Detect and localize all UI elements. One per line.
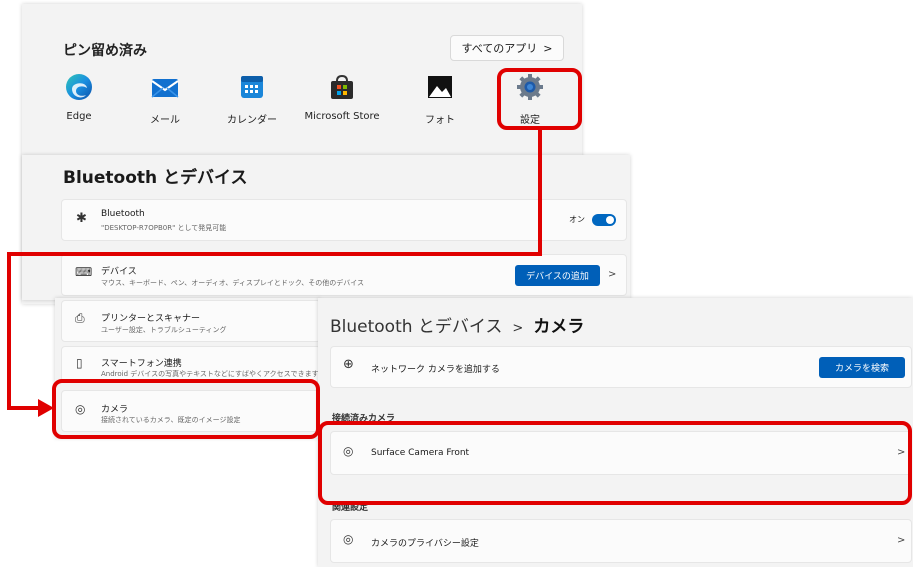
all-apps-button[interactable]: すべてのアプリ > (450, 35, 564, 61)
network-camera-row[interactable]: ⊕ ネットワーク カメラを追加する カメラを検索 (330, 346, 912, 388)
chevron-right-icon: > (543, 41, 553, 55)
printers-row[interactable]: ⎙ プリンターとスキャナー ユーザー設定、トラブルシューティング (61, 300, 321, 342)
phone-link-row[interactable]: ▯ スマートフォン連携 Android デバイスの写真やテキストなどにすばやくア… (61, 346, 321, 382)
calendar-icon (237, 72, 267, 102)
app-microsoft-store[interactable]: Microsoft Store (297, 72, 387, 122)
phone-icon: ▯ (76, 356, 83, 370)
app-mail[interactable]: メール (120, 72, 210, 126)
app-edge[interactable]: Edge (34, 72, 124, 122)
photos-icon (425, 72, 455, 102)
connected-camera-highlight-box (318, 421, 912, 505)
camera-privacy-row[interactable]: ◎ カメラのプライバシー設定 > (330, 519, 912, 563)
printers-title: プリンターとスキャナー (101, 314, 201, 324)
devices-title: デバイス (101, 267, 137, 277)
keyboard-icon: ⌨ (75, 265, 93, 279)
arrow-line-right (7, 406, 41, 410)
arrow-line-vertical (538, 128, 542, 256)
pinned-title: ピン留め済み (63, 43, 147, 59)
bluetooth-toggle[interactable] (592, 214, 616, 226)
devices-row[interactable]: ⌨ デバイス マウス、キーボード、ペン、オーディオ、ディスプレイとドック、その他… (61, 254, 627, 296)
store-icon (327, 72, 357, 102)
phone-title: スマートフォン連携 (101, 359, 182, 369)
settings-highlight-box (497, 68, 582, 130)
breadcrumb: Bluetooth とデバイス > カメラ (330, 312, 584, 337)
breadcrumb-current: カメラ (533, 317, 585, 337)
bluetooth-title: Bluetooth (101, 209, 145, 219)
app-label: Microsoft Store (304, 111, 380, 122)
toggle-label: オン (569, 215, 585, 224)
printers-subtitle: ユーザー設定、トラブルシューティング (101, 326, 227, 334)
add-circle-icon: ⊕ (343, 357, 354, 372)
bluetooth-icon: ✱ (76, 211, 87, 226)
edge-icon (64, 72, 94, 102)
app-label: Edge (66, 111, 92, 122)
arrow-head-icon (38, 399, 54, 417)
phone-subtitle: Android デバイスの写真やテキストなどにすばやくアクセスできます (101, 370, 319, 378)
bluetooth-row[interactable]: ✱ Bluetooth "DESKTOP-R7OPB0R" として発見可能 オン (61, 199, 627, 241)
breadcrumb-separator: > (512, 321, 524, 336)
app-calendar[interactable]: カレンダー (207, 72, 297, 126)
chevron-right-icon: > (608, 269, 617, 280)
bluetooth-subtitle: "DESKTOP-R7OPB0R" として発見可能 (101, 224, 227, 232)
search-camera-button[interactable]: カメラを検索 (819, 357, 905, 378)
app-label: フォト (425, 115, 455, 126)
add-device-button[interactable]: デバイスの追加 (515, 265, 600, 286)
network-camera-label: ネットワーク カメラを追加する (371, 365, 500, 375)
printer-icon: ⎙ (75, 311, 85, 325)
chevron-right-icon: > (897, 535, 906, 546)
camera-privacy-label: カメラのプライバシー設定 (371, 539, 479, 549)
page-title: Bluetooth とデバイス (63, 168, 248, 188)
arrow-line-horizontal (7, 252, 542, 256)
camera-row-highlight-box (52, 379, 320, 439)
app-label: メール (150, 115, 180, 126)
all-apps-label: すべてのアプリ (461, 42, 538, 55)
app-photos[interactable]: フォト (395, 72, 485, 126)
camera-icon: ◎ (343, 532, 354, 546)
mail-icon (150, 72, 180, 102)
arrow-line-down (7, 252, 11, 410)
devices-subtitle: マウス、キーボード、ペン、オーディオ、ディスプレイとドック、その他のデバイス (101, 279, 365, 287)
app-label: カレンダー (227, 115, 277, 126)
breadcrumb-parent[interactable]: Bluetooth とデバイス (330, 317, 502, 337)
